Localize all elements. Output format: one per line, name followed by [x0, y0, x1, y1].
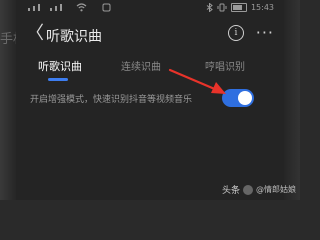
- watermark: 头条 @情郎姑娘: [222, 183, 296, 196]
- watermark-author: @情郎姑娘: [256, 185, 296, 194]
- watermark-avatar: [243, 184, 253, 195]
- annotation-arrow: [168, 68, 226, 94]
- watermark-platform: 头条: [221, 186, 240, 196]
